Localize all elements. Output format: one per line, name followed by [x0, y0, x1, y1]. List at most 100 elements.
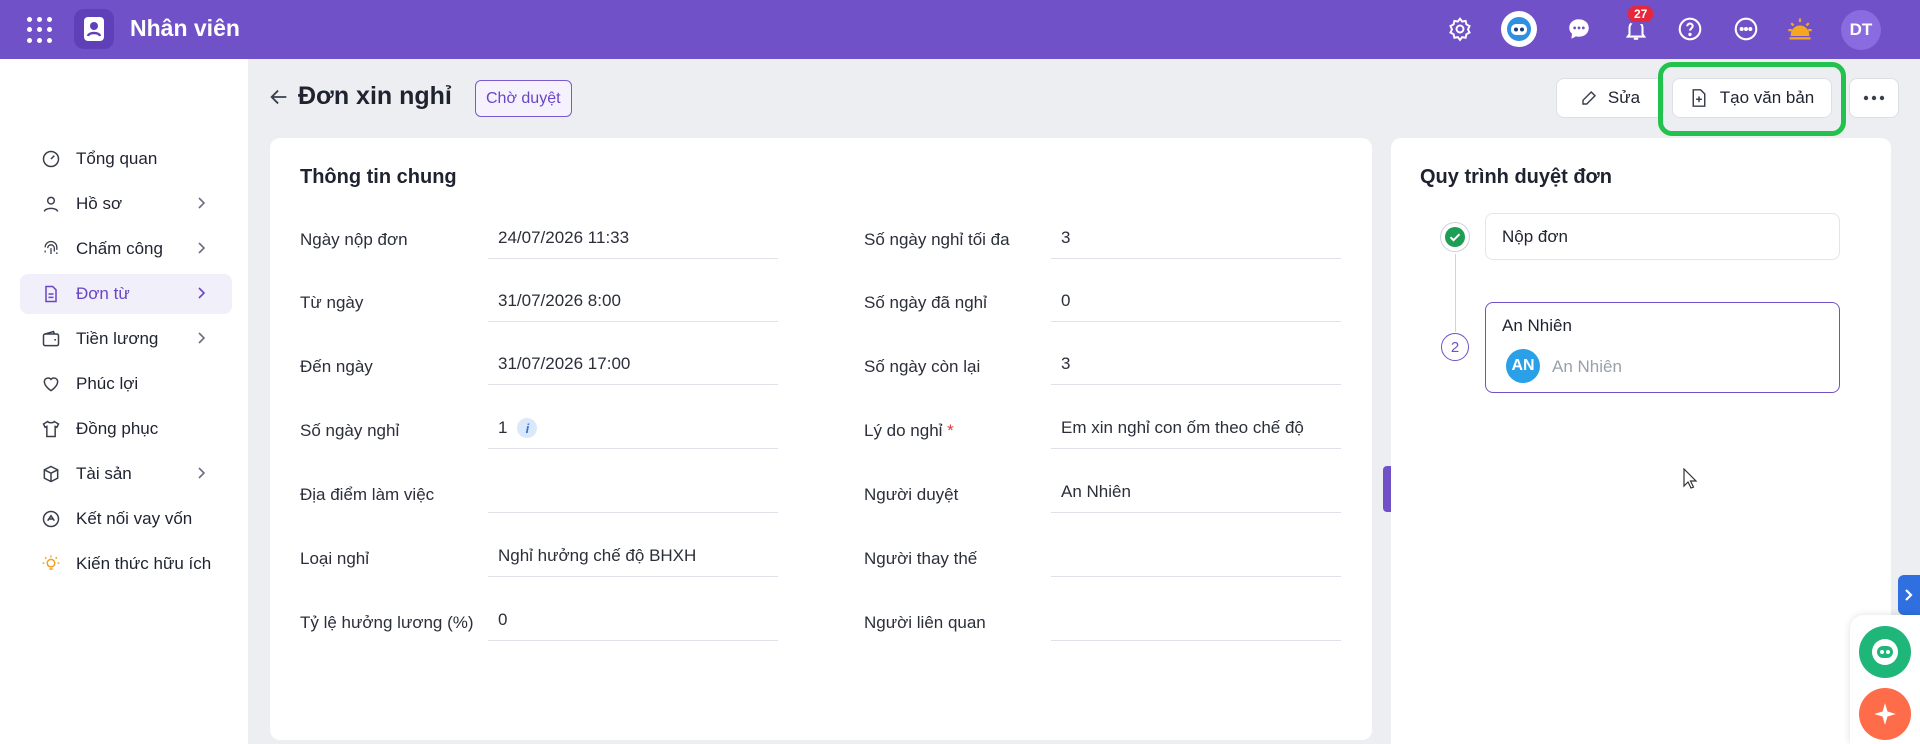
highlight-box	[1658, 62, 1846, 136]
field-label: Tỷ lệ hưởng lương (%)	[300, 613, 474, 632]
chat-icon[interactable]	[1564, 14, 1594, 44]
status-badge: Chờ duyệt	[475, 80, 572, 117]
field-value-days-off: 1 i	[488, 409, 778, 449]
field-label: Số ngày đã nghỉ	[864, 293, 987, 312]
mouse-cursor-icon	[1683, 468, 1697, 489]
field-value-work-location	[488, 473, 778, 513]
step-1-box: Nộp đơn	[1485, 213, 1840, 260]
field-label: Đến ngày	[300, 357, 373, 376]
user-icon	[40, 193, 62, 215]
step-2-number: 2	[1441, 333, 1469, 361]
coins-icon	[40, 508, 62, 530]
field-label: Số ngày nghỉ tối đa	[864, 230, 1010, 249]
sidebar-item-label: Kiến thức hữu ích	[76, 554, 212, 573]
sidebar-item-label: Tài sản	[76, 464, 132, 483]
workflow-title: Quy trình duyệt đơn	[1420, 166, 1612, 188]
field-value-related-people	[1051, 601, 1341, 641]
chevron-right-icon	[1904, 588, 1914, 602]
field-label: Người duyệt	[864, 485, 959, 504]
field-label: Ngày nộp đơn	[300, 230, 408, 249]
sidebar-item-label: Phúc lợi	[76, 374, 139, 393]
check-circle-icon	[1444, 226, 1466, 248]
sidebar-item-label: Kết nối vay vốn	[76, 509, 193, 528]
days-off-value: 1	[498, 418, 508, 437]
field-label: Từ ngày	[300, 293, 364, 312]
info-icon[interactable]: i	[517, 418, 538, 438]
sidebar-item-tien-luong[interactable]: Tiền lương	[20, 319, 232, 359]
sparkle-icon	[1872, 701, 1898, 727]
sidebar-item-label: Tiền lương	[76, 329, 159, 348]
field-value-leave-type: Nghỉ hưởng chế độ BHXH	[488, 537, 778, 577]
top-bar: Nhân viên 27 DT	[0, 0, 1920, 59]
field-value-substitute	[1051, 537, 1341, 577]
more-horizontal-icon	[1863, 95, 1885, 101]
settings-icon[interactable]	[1445, 14, 1475, 44]
field-value-days-taken: 0	[1051, 282, 1341, 322]
approver-name: An Nhiên	[1552, 357, 1622, 376]
required-mark: *	[942, 421, 954, 440]
sidebar-item-tai-san[interactable]: Tài sản	[20, 454, 232, 494]
user-avatar[interactable]: DT	[1841, 10, 1881, 50]
sidebar-item-label: Đơn từ	[76, 284, 130, 303]
approver-avatar: AN	[1506, 349, 1540, 383]
reason-label: Lý do nghỉ	[864, 421, 943, 440]
chevron-right-icon	[194, 241, 208, 260]
field-value-days-remaining: 3	[1051, 345, 1341, 385]
field-value-to-date: 31/07/2026 17:00	[488, 345, 778, 385]
chevron-right-icon	[194, 286, 208, 305]
sidebar: Tổng quan Hồ sơ Chấm công Đơn từ Tiền lư…	[0, 59, 248, 744]
field-value-approver: An Nhiên	[1051, 473, 1341, 513]
sidebar-item-ket-noi-vay-von[interactable]: Kết nối vay vốn	[20, 499, 232, 539]
sidebar-item-ho-so[interactable]: Hồ sơ	[20, 184, 232, 224]
sun-icon[interactable]	[1785, 14, 1815, 44]
expand-side-tab[interactable]	[1898, 575, 1920, 615]
step-1-marker	[1440, 222, 1470, 252]
step-1-label: Nộp đơn	[1502, 227, 1568, 246]
document-icon	[40, 283, 62, 305]
field-label-reason: Lý do nghỉ *	[864, 421, 954, 441]
field-label: Loại nghỉ	[300, 549, 370, 568]
sidebar-item-cham-cong[interactable]: Chấm công	[20, 229, 232, 269]
edit-button[interactable]: Sửa	[1556, 78, 1664, 118]
sidebar-item-label: Tổng quan	[76, 149, 158, 168]
field-value-from-date: 31/07/2026 8:00	[488, 282, 778, 322]
app-grid-icon[interactable]	[27, 17, 53, 43]
more-circle-icon[interactable]	[1731, 14, 1761, 44]
field-label: Người liên quan	[864, 613, 986, 632]
field-label: Người thay thế	[864, 549, 978, 568]
field-value-max-days: 3	[1051, 219, 1341, 259]
sidebar-item-don-tu[interactable]: Đơn từ	[20, 274, 232, 314]
more-options-button[interactable]	[1849, 78, 1899, 118]
section-title: Thông tin chung	[300, 166, 457, 188]
fingerprint-icon	[40, 238, 62, 260]
step-2-box: An Nhiên AN An Nhiên	[1485, 302, 1840, 393]
sidebar-item-dong-phuc[interactable]: Đồng phục	[20, 409, 232, 449]
floating-ai-button[interactable]	[1859, 688, 1911, 740]
field-value-submit-date: 24/07/2026 11:33	[488, 219, 778, 259]
pencil-icon	[1580, 89, 1598, 107]
help-icon[interactable]	[1675, 14, 1705, 44]
step-2-label: An Nhiên	[1502, 316, 1572, 335]
bulb-icon	[40, 553, 62, 575]
field-label: Địa điểm làm việc	[300, 485, 435, 504]
sidebar-item-label: Đồng phục	[76, 419, 159, 438]
chevron-right-icon	[194, 331, 208, 350]
bot-icon[interactable]	[1501, 11, 1537, 47]
chat-bot-icon	[1868, 635, 1902, 669]
edit-button-label: Sửa	[1607, 88, 1641, 107]
field-label: Số ngày còn lại	[864, 357, 981, 376]
back-arrow-icon[interactable]	[268, 86, 292, 110]
page-title: Đơn xin nghỉ	[298, 82, 452, 110]
field-label: Số ngày nghỉ	[300, 421, 400, 440]
shirt-icon	[40, 418, 62, 440]
wallet-icon	[40, 328, 62, 350]
field-value-salary-rate: 0	[488, 601, 778, 641]
sidebar-item-tong-quan[interactable]: Tổng quan	[20, 139, 232, 179]
app-title: Nhân viên	[130, 15, 240, 41]
floating-chat-button[interactable]	[1859, 626, 1911, 678]
dashboard-icon	[40, 148, 62, 170]
sidebar-item-kien-thuc-huu-ich[interactable]: Kiến thức hữu ích	[20, 544, 232, 584]
chevron-right-icon	[194, 466, 208, 485]
box-icon	[40, 463, 62, 485]
sidebar-item-phuc-loi[interactable]: Phúc lợi	[20, 364, 232, 404]
